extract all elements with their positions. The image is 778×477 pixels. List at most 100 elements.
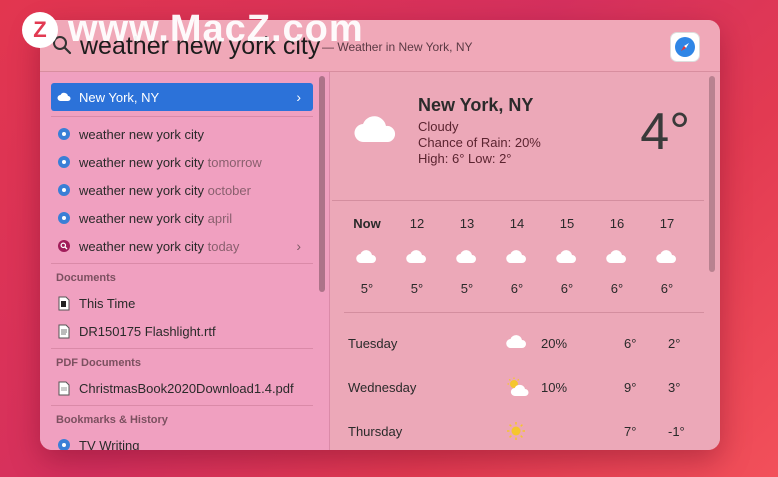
watermark: Z www.MacZ.com xyxy=(22,8,364,51)
day-high: 7° xyxy=(624,424,637,439)
cloud-icon xyxy=(542,236,592,276)
suggestion-row[interactable]: weather new york city october xyxy=(51,176,313,204)
hourly-item: 12 5° xyxy=(392,216,442,298)
results-scrollbar[interactable] xyxy=(319,76,325,292)
document-item[interactable]: This Time xyxy=(51,289,313,317)
safari-icon xyxy=(56,154,72,170)
suggestion-text: weather new york city xyxy=(79,126,204,142)
divider xyxy=(332,200,704,201)
divider xyxy=(51,263,313,264)
suggestion-row[interactable]: weather new york city xyxy=(51,120,313,148)
hour-label: 17 xyxy=(659,216,675,231)
hour-label: 15 xyxy=(559,216,575,231)
weather-condition: Cloudy xyxy=(418,119,459,134)
bookmark-item[interactable]: TV Writing xyxy=(51,431,313,450)
section-header-documents: Documents xyxy=(56,272,116,284)
cloud-icon xyxy=(506,333,528,352)
suggestion-text: weather new york city xyxy=(79,154,204,170)
weather-high-low: High: 6° Low: 2° xyxy=(418,151,512,166)
daily-row: Thursday 7° -1° xyxy=(348,410,688,450)
hour-temp: 5° xyxy=(460,281,474,296)
partly-sunny-icon xyxy=(506,377,530,400)
cloud-icon xyxy=(354,116,396,143)
day-high: 6° xyxy=(624,336,637,351)
section-header-bookmarks: Bookmarks & History xyxy=(56,414,168,426)
suggestion-text: weather new york city xyxy=(79,210,204,226)
hourly-item: Now 5° xyxy=(342,216,392,298)
cloud-icon xyxy=(442,236,492,276)
suggestion-suffix: today xyxy=(204,238,240,254)
safari-icon xyxy=(56,182,72,198)
chevron-right-icon: › xyxy=(296,89,301,105)
suggestion-text: weather new york city xyxy=(79,238,204,254)
weather-scrollbar[interactable] xyxy=(709,76,715,272)
results-list: New York, NY › weather new york city wea… xyxy=(40,72,330,450)
safari-icon xyxy=(56,210,72,226)
day-rain-chance: 20% xyxy=(541,336,568,351)
hourly-item: 13 5° xyxy=(442,216,492,298)
top-hit-label: New York, NY xyxy=(79,89,160,105)
suggestion-suffix: october xyxy=(204,182,251,198)
divider xyxy=(51,405,313,406)
day-name: Tuesday xyxy=(348,336,398,351)
hourly-item: 15 6° xyxy=(542,216,592,298)
pdf-label: ChristmasBook2020Download1.4.pdf xyxy=(79,380,294,396)
day-name: Wednesday xyxy=(348,380,417,395)
hourly-item: 17 6° xyxy=(642,216,692,298)
hour-temp: 6° xyxy=(610,281,624,296)
suggestion-row[interactable]: weather new york city today › xyxy=(51,232,313,260)
hourly-item: 14 6° xyxy=(492,216,542,298)
divider xyxy=(51,348,313,349)
cloud-icon xyxy=(592,236,642,276)
hour-temp: 6° xyxy=(510,281,524,296)
divider xyxy=(344,312,704,313)
safari-icon xyxy=(56,437,72,450)
pdf-item[interactable]: ChristmasBook2020Download1.4.pdf xyxy=(51,374,313,402)
rtf-document-icon xyxy=(56,323,72,339)
hour-temp: 6° xyxy=(660,281,674,296)
search-icon xyxy=(56,238,72,254)
cloud-icon xyxy=(492,236,542,276)
daily-row: Wednesday 10% 9° 3° xyxy=(348,366,688,410)
open-in-safari-button[interactable] xyxy=(670,32,700,62)
daily-row: Tuesday 20% 6° 2° xyxy=(348,322,688,366)
hour-label: Now xyxy=(353,216,381,231)
hourly-item: 16 6° xyxy=(592,216,642,298)
cloud-icon xyxy=(342,236,392,276)
section-header-pdf: PDF Documents xyxy=(56,357,141,369)
suggestion-suffix: tomorrow xyxy=(204,154,262,170)
pdf-document-icon xyxy=(56,380,72,396)
suggestion-suffix: april xyxy=(204,210,233,226)
divider xyxy=(51,116,313,117)
hour-temp: 5° xyxy=(410,281,424,296)
hour-label: 14 xyxy=(509,216,525,231)
suggestion-text: weather new york city xyxy=(79,182,204,198)
weather-city: New York, NY xyxy=(418,95,534,115)
cloud-icon xyxy=(56,89,72,105)
sun-icon xyxy=(506,421,526,444)
day-rain-chance: 10% xyxy=(541,380,568,395)
hour-label: 12 xyxy=(409,216,425,231)
weather-preview: New York, NY Cloudy Chance of Rain: 20% … xyxy=(330,72,720,450)
safari-icon xyxy=(675,37,695,57)
top-hit-new-york[interactable]: New York, NY › xyxy=(51,83,313,111)
cloud-icon xyxy=(642,236,692,276)
day-name: Thursday xyxy=(348,424,403,439)
document-label: DR150175 Flashlight.rtf xyxy=(79,323,216,339)
hour-label: 16 xyxy=(609,216,625,231)
document-icon xyxy=(56,295,72,311)
day-high: 9° xyxy=(624,380,637,395)
current-temperature: 4° xyxy=(640,103,690,161)
suggestion-row[interactable]: weather new york city april xyxy=(51,204,313,232)
document-item[interactable]: DR150175 Flashlight.rtf xyxy=(51,317,313,345)
day-low: 3° xyxy=(668,380,681,395)
document-label: This Time xyxy=(79,295,136,311)
spotlight-window: weather new york city — Weather in New Y… xyxy=(40,20,720,450)
chevron-right-icon: › xyxy=(296,238,301,254)
hour-label: 13 xyxy=(459,216,475,231)
cloud-icon xyxy=(392,236,442,276)
safari-icon xyxy=(56,126,72,142)
suggestion-row[interactable]: weather new york city tomorrow xyxy=(51,148,313,176)
weather-rain-chance: Chance of Rain: 20% xyxy=(418,135,541,150)
day-low: 2° xyxy=(668,336,681,351)
